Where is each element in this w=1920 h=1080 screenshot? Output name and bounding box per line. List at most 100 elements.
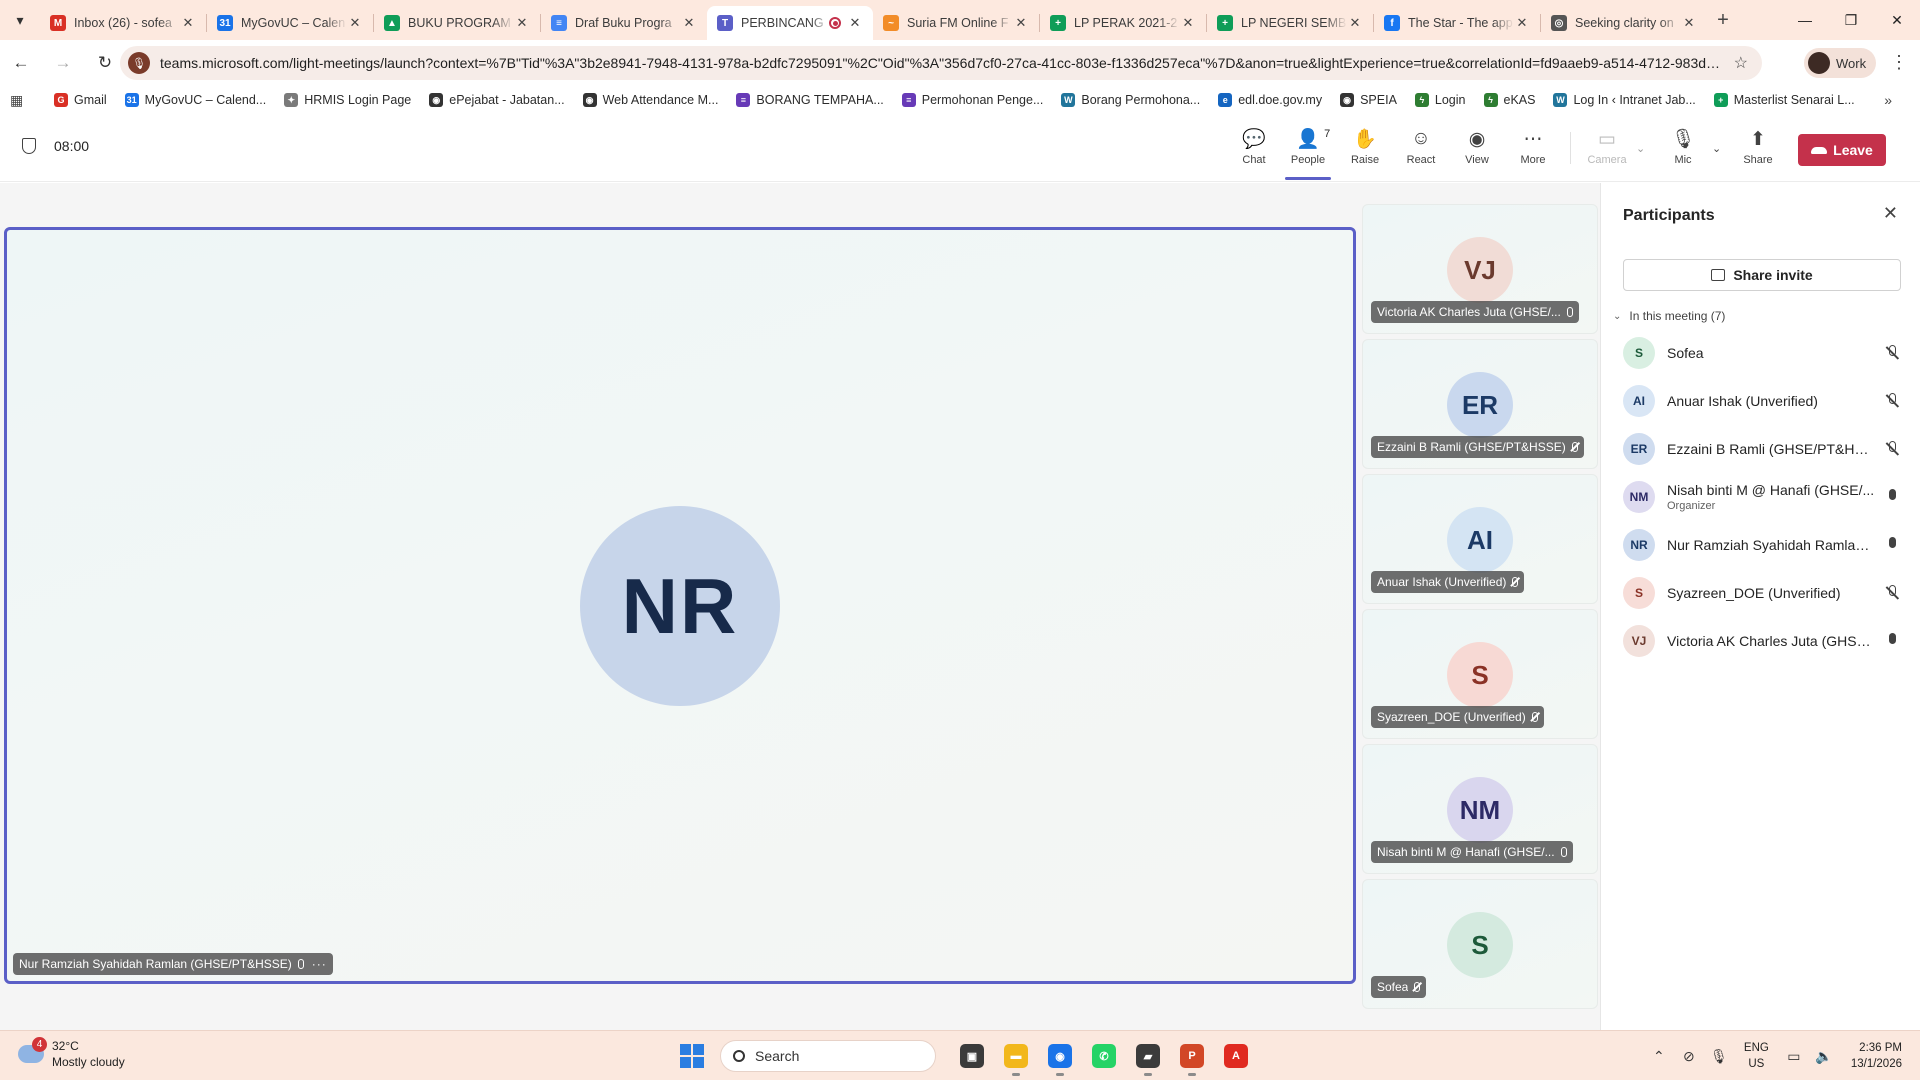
lang-region: US: [1748, 1058, 1765, 1070]
browser-tab[interactable]: 31 MyGovUC – Calen ✕: [207, 6, 373, 40]
participant-row[interactable]: ER Ezzaini B Ramli (GHSE/PT&HSSE): [1601, 425, 1920, 473]
participant-tile[interactable]: VJ Victoria AK Charles Juta (GHSE/...: [1362, 204, 1598, 334]
bookmark-item[interactable]: ϟ eKAS: [1483, 93, 1535, 107]
more-button[interactable]: ⋯ More: [1508, 126, 1558, 167]
weather-widget[interactable]: 4 32°C Mostly cloudy: [18, 1037, 125, 1070]
whatsapp-app-icon[interactable]: ✆: [1082, 1038, 1126, 1074]
bookmark-item[interactable]: G Gmail: [54, 93, 107, 107]
camera-options-chevron-icon[interactable]: ⌄: [1636, 142, 1645, 155]
main-speaker-video[interactable]: NR Nur Ramziah Syahidah Ramlan (GHSE/PT&…: [4, 227, 1356, 984]
windows-start-icon[interactable]: [680, 1044, 704, 1068]
bookmark-item[interactable]: ✦ HRMIS Login Page: [284, 93, 411, 107]
microphone-icon[interactable]: 🎙: [1704, 1048, 1734, 1065]
forward-icon[interactable]: →: [42, 40, 84, 86]
browser-tab[interactable]: ▲ BUKU PROGRAM ✕: [374, 6, 540, 40]
taskbar-search[interactable]: Search: [720, 1040, 936, 1072]
chevron-up-icon[interactable]: ⌃: [1644, 1048, 1674, 1065]
view-button[interactable]: ◉ View: [1452, 126, 1502, 167]
close-window-icon[interactable]: ✕: [1874, 0, 1920, 40]
close-tab-icon[interactable]: ✕: [180, 15, 196, 31]
participant-row[interactable]: NM Nisah binti M @ Hanafi (GHSE/... Organi…: [1601, 473, 1920, 521]
sticky-notes-app-icon[interactable]: ▰: [1126, 1038, 1170, 1076]
close-tab-icon[interactable]: ✕: [1514, 15, 1530, 31]
participant-row[interactable]: VJ Victoria AK Charles Juta (GHSE/...: [1601, 617, 1920, 665]
close-tab-icon[interactable]: ✕: [347, 15, 363, 31]
bookmark-item[interactable]: ◉ ePejabat - Jabatan...: [429, 93, 565, 107]
bookmark-item[interactable]: W Borang Permohona...: [1061, 93, 1200, 107]
participant-row[interactable]: S Syazreen_DOE (Unverified): [1601, 569, 1920, 617]
participant-tile[interactable]: S Syazreen_DOE (Unverified): [1362, 609, 1598, 739]
url-text[interactable]: teams.microsoft.com/light-meetings/launc…: [160, 55, 1724, 71]
close-tab-icon[interactable]: ✕: [1347, 15, 1363, 31]
participant-tile[interactable]: AI Anuar Ishak (Unverified): [1362, 474, 1598, 604]
bookmark-item[interactable]: W Log In ‹ Intranet Jab...: [1553, 93, 1696, 107]
address-bar[interactable]: 🎙 teams.microsoft.com/light-meetings/lau…: [120, 46, 1762, 80]
back-icon[interactable]: ←: [0, 40, 42, 86]
chrome-app-icon[interactable]: ◉: [1038, 1038, 1082, 1076]
close-tab-icon[interactable]: ✕: [681, 15, 697, 31]
tab-search-icon[interactable]: ▾: [0, 0, 40, 40]
bookmark-item[interactable]: ◉ SPEIA: [1340, 93, 1397, 107]
in-meeting-section-header[interactable]: ⌄ In this meeting (7): [1613, 309, 1725, 323]
bookmark-item[interactable]: ≡ BORANG TEMPAHA...: [736, 93, 884, 107]
share-button[interactable]: ⬆ Share: [1733, 126, 1783, 167]
new-tab-button[interactable]: +: [1707, 9, 1739, 32]
restore-icon[interactable]: ❐: [1828, 0, 1874, 40]
apps-grid-icon[interactable]: ▦: [10, 92, 32, 109]
share-invite-button[interactable]: Share invite: [1623, 259, 1901, 291]
bookmark-item[interactable]: ϟ Login: [1414, 93, 1466, 107]
bookmark-label: MyGovUC – Calend...: [144, 93, 267, 107]
task-view-app-icon[interactable]: ▣: [950, 1038, 994, 1074]
browser-tab[interactable]: f The Star - The app ✕: [1374, 6, 1540, 40]
bookmark-item[interactable]: 31 MyGovUC – Calend...: [124, 93, 267, 107]
browser-tab[interactable]: T PERBINCANG ✕: [707, 6, 873, 40]
bookmark-star-icon[interactable]: ☆: [1734, 53, 1748, 73]
close-tab-icon[interactable]: ✕: [847, 15, 863, 31]
language-indicator[interactable]: ENG US: [1744, 1040, 1769, 1072]
clock[interactable]: 2:36 PM 13/1/2026: [1851, 1040, 1902, 1072]
acrobat-app-icon[interactable]: A: [1214, 1038, 1258, 1074]
bookmark-item[interactable]: ◉ Web Attendance M...: [582, 93, 718, 107]
browser-tab[interactable]: + LP NEGERI SEMBI ✕: [1207, 6, 1373, 40]
browser-tab[interactable]: ~ Suria FM Online F ✕: [873, 6, 1039, 40]
browser-tab[interactable]: ≡ Draf Buku Progra ✕: [541, 6, 707, 40]
camera-button[interactable]: ▭ Camera: [1582, 126, 1632, 167]
participant-row[interactable]: S Sofea: [1601, 329, 1920, 377]
leave-button[interactable]: Leave: [1798, 134, 1886, 166]
site-info-icon[interactable]: 🎙: [128, 52, 150, 74]
close-tab-icon[interactable]: ✕: [514, 15, 530, 31]
react-button[interactable]: ☺ React: [1396, 126, 1446, 166]
bookmark-item[interactable]: e edl.doe.gov.my: [1218, 93, 1322, 107]
more-bookmarks-icon[interactable]: »: [1884, 92, 1892, 108]
window-controls: — ❐ ✕: [1782, 0, 1920, 40]
mic-options-chevron-icon[interactable]: ⌄: [1712, 142, 1721, 155]
participant-tile[interactable]: ER Ezzaini B Ramli (GHSE/PT&HSSE): [1362, 339, 1598, 469]
bookmark-item[interactable]: + Masterlist Senarai L...: [1713, 93, 1855, 107]
browser-tab[interactable]: + LP PERAK 2021-2 ✕: [1040, 6, 1206, 40]
network-off-icon[interactable]: ⊘: [1674, 1048, 1704, 1065]
close-tab-icon[interactable]: ✕: [1180, 15, 1196, 31]
profile-button[interactable]: Work: [1804, 48, 1877, 78]
mic-button[interactable]: 🎙 Mic: [1658, 126, 1708, 166]
people-button[interactable]: 👤 7 People: [1283, 126, 1333, 166]
display-icon[interactable]: ▭: [1779, 1048, 1809, 1065]
browser-tab[interactable]: ◎ Seeking clarity on ✕: [1541, 6, 1707, 40]
browser-tab[interactable]: M Inbox (26) - sofea ✕: [40, 6, 206, 40]
close-tab-icon[interactable]: ✕: [1681, 15, 1697, 31]
file-explorer-app-icon[interactable]: ▬: [994, 1038, 1038, 1076]
close-panel-icon[interactable]: ✕: [1883, 203, 1898, 224]
participant-tile[interactable]: S Sofea: [1362, 879, 1598, 1009]
raise-hand-button[interactable]: ✋ Raise: [1340, 126, 1390, 166]
participant-row[interactable]: NR Nur Ramziah Syahidah Ramlan ...: [1601, 521, 1920, 569]
browser-menu-icon[interactable]: ⋮: [1890, 52, 1908, 73]
chat-button[interactable]: 💬 Chat: [1229, 126, 1279, 166]
close-tab-icon[interactable]: ✕: [1013, 15, 1029, 31]
participant-row[interactable]: AI Anuar Ishak (Unverified): [1601, 377, 1920, 425]
more-options-icon[interactable]: ···: [312, 957, 327, 971]
bookmark-item[interactable]: ≡ Permohonan Penge...: [901, 93, 1043, 107]
share-tray-icon: ⬆: [1750, 128, 1766, 150]
minimize-icon[interactable]: —: [1782, 0, 1828, 40]
speaker-icon[interactable]: 🔈: [1809, 1048, 1839, 1065]
powerpoint-app-icon[interactable]: P: [1170, 1038, 1214, 1076]
participant-tile[interactable]: NM Nisah binti M @ Hanafi (GHSE/...: [1362, 744, 1598, 874]
